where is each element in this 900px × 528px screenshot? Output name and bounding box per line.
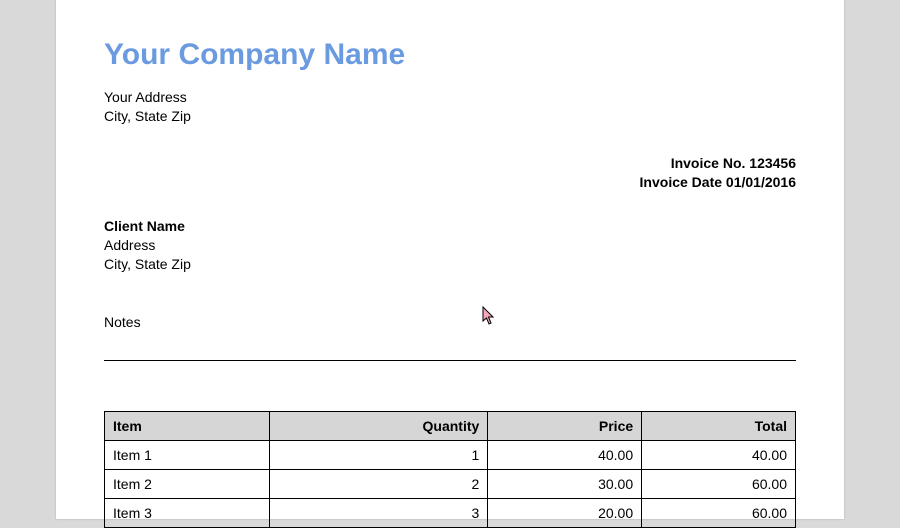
invoice-meta: Invoice No. 123456 Invoice Date 01/01/20… <box>104 154 796 193</box>
company-address-line2: City, State Zip <box>104 107 796 126</box>
cell-total: 60.00 <box>642 498 796 527</box>
invoice-date-value: 01/01/2016 <box>726 174 796 190</box>
cell-quantity: 2 <box>270 469 488 498</box>
items-table: Item Quantity Price Total Item 1 1 40.00… <box>104 411 796 528</box>
cell-price: 20.00 <box>488 498 642 527</box>
header-price: Price <box>488 411 642 440</box>
notes-label: Notes <box>104 314 796 330</box>
header-total: Total <box>642 411 796 440</box>
client-address-line1: Address <box>104 236 796 255</box>
cell-item: Item 1 <box>105 440 270 469</box>
header-quantity: Quantity <box>270 411 488 440</box>
table-row: Item 3 3 20.00 60.00 <box>105 498 796 527</box>
cell-quantity: 1 <box>270 440 488 469</box>
invoice-date-row: Invoice Date 01/01/2016 <box>104 173 796 193</box>
invoice-number-row: Invoice No. 123456 <box>104 154 796 174</box>
cell-price: 30.00 <box>488 469 642 498</box>
cell-total: 40.00 <box>642 440 796 469</box>
header-item: Item <box>105 411 270 440</box>
client-address-line2: City, State Zip <box>104 255 796 274</box>
items-header-row: Item Quantity Price Total <box>105 411 796 440</box>
invoice-date-label: Invoice Date <box>640 174 722 190</box>
divider <box>104 360 796 361</box>
invoice-number-label: Invoice No. <box>671 155 746 171</box>
cell-total: 60.00 <box>642 469 796 498</box>
cell-item: Item 3 <box>105 498 270 527</box>
client-block: Client Name Address City, State Zip <box>104 217 796 274</box>
invoice-number-value: 123456 <box>749 155 796 171</box>
company-address: Your Address City, State Zip <box>104 88 796 126</box>
table-row: Item 2 2 30.00 60.00 <box>105 469 796 498</box>
cell-price: 40.00 <box>488 440 642 469</box>
cell-quantity: 3 <box>270 498 488 527</box>
cell-item: Item 2 <box>105 469 270 498</box>
company-name: Your Company Name <box>104 38 796 72</box>
table-row: Item 1 1 40.00 40.00 <box>105 440 796 469</box>
client-name: Client Name <box>104 217 796 236</box>
company-address-line1: Your Address <box>104 88 796 107</box>
invoice-page: Your Company Name Your Address City, Sta… <box>56 0 844 519</box>
